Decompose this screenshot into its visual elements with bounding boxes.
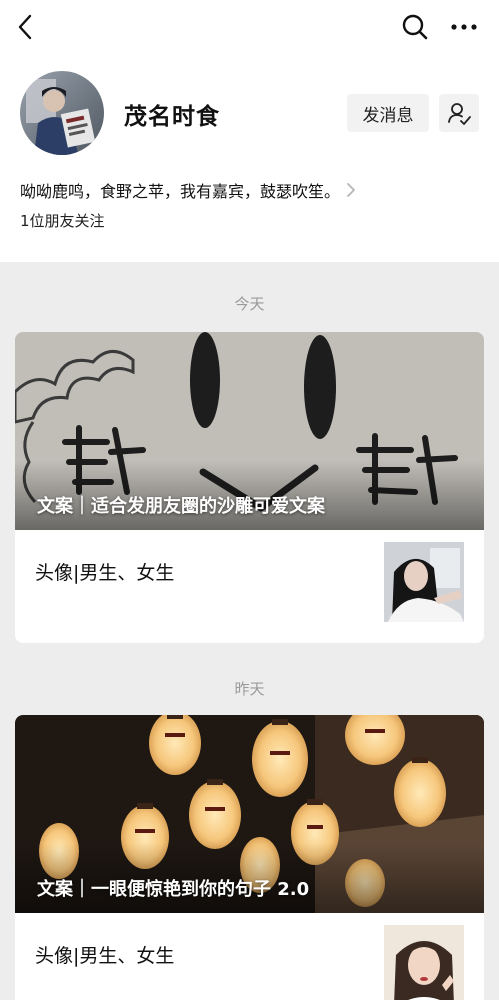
back-button[interactable] — [10, 10, 40, 44]
avatar-image — [20, 71, 104, 155]
account-name: 茂名时食 — [124, 104, 220, 130]
article-cover[interactable]: 文案｜适合发朋友圈的沙雕可爱文案 — [15, 332, 484, 530]
more-button[interactable] — [446, 10, 482, 44]
article-sub-item[interactable]: 头像|男生、女生 — [15, 913, 484, 1000]
article-sub-thumbnail — [384, 925, 464, 1000]
day-label-today: 今天 — [234, 295, 265, 313]
search-icon — [402, 14, 428, 40]
article-cover-title: 文案｜一眼便惊艳到你的句子 2.0 — [37, 879, 310, 900]
profile-info-button[interactable] — [439, 94, 479, 132]
more-dots-icon — [451, 24, 477, 30]
article-cover-title: 文案｜适合发朋友圈的沙雕可爱文案 — [37, 496, 325, 517]
article-card: 文案｜适合发朋友圈的沙雕可爱文案 头像|男生、女生 — [15, 332, 484, 643]
article-card: 文案｜一眼便惊艳到你的句子 2.0 头像|男生、女生 — [15, 715, 484, 1000]
article-cover[interactable]: 文案｜一眼便惊艳到你的句子 2.0 — [15, 715, 484, 913]
chevron-right-icon — [346, 182, 356, 198]
send-message-button[interactable]: 发消息 — [347, 94, 429, 132]
article-sub-item[interactable]: 头像|男生、女生 — [15, 530, 484, 643]
article-sub-title: 头像|男生、女生 — [35, 562, 175, 584]
day-label-yesterday: 昨天 — [234, 680, 265, 698]
friends-following: 1位朋友关注 — [20, 212, 105, 230]
article-sub-title: 头像|男生、女生 — [35, 945, 175, 967]
chevron-left-icon — [18, 14, 32, 40]
user-profile-icon — [448, 103, 471, 125]
account-avatar[interactable] — [20, 71, 104, 155]
article-sub-thumbnail — [384, 542, 464, 622]
search-button[interactable] — [398, 10, 432, 44]
account-intro-text: 呦呦鹿鸣，食野之苹，我有嘉宾，鼓瑟吹笙。 — [20, 182, 341, 201]
account-header: 茂名时食 发消息 呦呦鹿鸣，食野之苹，我有嘉宾，鼓瑟吹笙。 1位朋友关注 — [0, 0, 499, 262]
account-intro[interactable]: 呦呦鹿鸣，食野之苹，我有嘉宾，鼓瑟吹笙。 — [20, 178, 480, 202]
